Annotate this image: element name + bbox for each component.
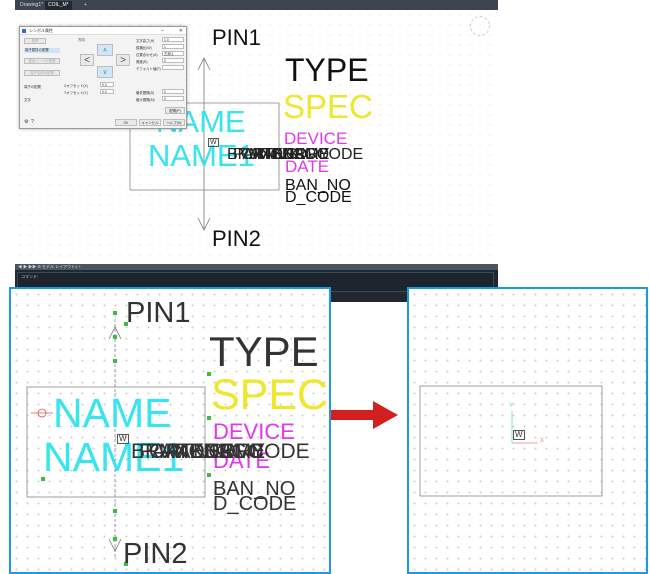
text-height-label: 文字高さ(H) bbox=[136, 39, 155, 43]
text-height-input[interactable]: 1.0 bbox=[162, 37, 184, 42]
aspect-label: 縦横比(W) bbox=[136, 46, 152, 50]
type-attribute[interactable]: TYPE bbox=[285, 54, 369, 86]
overlap-text-code: CODE bbox=[249, 440, 310, 463]
tab-drawing1[interactable]: Drawing1* bbox=[17, 1, 46, 10]
axis-x-label: X bbox=[540, 438, 545, 444]
base-point-marker-result: W bbox=[513, 430, 525, 440]
pin2-attribute-zoom[interactable]: PIN2 bbox=[123, 540, 187, 569]
type-attribute-zoom[interactable]: TYPE bbox=[209, 331, 319, 373]
cad-window: Drawing1* COIL_M* + PIN1 TYPE SPEC DEVIC… bbox=[15, 0, 498, 302]
pin1-attribute-zoom[interactable]: PIN1 bbox=[126, 299, 190, 328]
angle-input[interactable]: 0 bbox=[162, 58, 184, 63]
overlap-text-code: CODE bbox=[317, 146, 364, 163]
align-label: 位置合わせ(A) bbox=[136, 53, 158, 57]
symbol-attribute-dialog: シンボル属性 ✕ – 基準 端子属性の配置 部品シートの配置 端子名称の配置 端… bbox=[19, 26, 187, 129]
result-panel: Y X W bbox=[407, 287, 648, 574]
offset-x-label: Xオフセット(X) bbox=[64, 84, 88, 88]
arrow-down-button[interactable]: ∨ bbox=[97, 66, 113, 78]
pin2-attribute[interactable]: PIN2 bbox=[212, 228, 261, 250]
base-point-marker: W bbox=[208, 138, 219, 147]
dialog-title: シンボル属性 bbox=[29, 28, 53, 33]
zoomed-symbol-panel: PIN1 TYPE SPEC DEVICE DATE NAME NAME1 W … bbox=[9, 287, 331, 574]
min-gap-label: 最低間隔(D) bbox=[136, 91, 155, 95]
close-icon[interactable]: ✕ bbox=[179, 27, 183, 35]
d-code-attribute-zoom[interactable]: D_CODE bbox=[213, 494, 296, 514]
default-label: デフォルト値(F) bbox=[136, 67, 161, 71]
grip-handle[interactable] bbox=[113, 537, 117, 541]
left-item-parts-sheet[interactable]: 部品シートの配置 bbox=[24, 58, 60, 64]
empty-symbol-geometry bbox=[419, 385, 603, 497]
spec-attribute[interactable]: SPEC bbox=[283, 90, 373, 123]
layout-tab-bar[interactable]: ◀ ▶ ▶▶ ☰ モデル レイアウト1 + bbox=[15, 264, 498, 270]
left-item-terminal-place[interactable]: 端子の配置 bbox=[24, 85, 60, 90]
arrow-up-button[interactable]: ∧ bbox=[97, 44, 113, 56]
max-gap-label: 最大間隔(M) bbox=[136, 98, 155, 102]
left-item-base[interactable]: 基準 bbox=[24, 38, 46, 44]
left-item-text[interactable]: 文字 bbox=[24, 98, 60, 103]
ok-button[interactable]: OK bbox=[115, 119, 137, 126]
offset-y-label: Yオフセット(Y) bbox=[64, 91, 88, 95]
grip-handle[interactable] bbox=[113, 335, 117, 339]
overlapping-attributes-zoom[interactable]: BRANDNAME PARTNO CATEGORY MAKER MODEL KI… bbox=[131, 440, 329, 467]
app-icon bbox=[22, 29, 26, 33]
base-point-marker-zoom: W bbox=[117, 434, 129, 444]
cancel-button[interactable]: キャンセル bbox=[139, 119, 161, 126]
grip-handle[interactable] bbox=[113, 311, 117, 315]
device-attribute[interactable]: DEVICE bbox=[284, 130, 347, 147]
arrow-right-button[interactable]: > bbox=[116, 54, 130, 66]
apply-button[interactable]: 配置(P) bbox=[165, 107, 185, 114]
left-item-terminal-attr[interactable]: 端子属性の配置 bbox=[24, 48, 60, 53]
pin1-attribute[interactable]: PIN1 bbox=[212, 27, 261, 49]
tab-add[interactable]: + bbox=[81, 1, 90, 10]
overlapping-attributes[interactable]: BRANDNAME PARTNO CATEGORY MAKER MODEL KI… bbox=[227, 147, 387, 167]
help-icon[interactable]: ? bbox=[31, 119, 34, 125]
max-gap-input[interactable]: 0 bbox=[162, 96, 184, 101]
settings-icon[interactable]: ⚙ bbox=[24, 119, 28, 125]
aspect-input[interactable]: 1 bbox=[162, 44, 184, 49]
minimize-icon[interactable]: – bbox=[161, 27, 164, 35]
document-tab-bar: Drawing1* COIL_M* + bbox=[15, 0, 498, 10]
grip-handle[interactable] bbox=[113, 509, 117, 513]
offset-x-input[interactable]: 0.0 bbox=[100, 82, 114, 87]
name-attribute-zoom[interactable]: NAME bbox=[53, 393, 171, 434]
offset-y-input[interactable]: 0.0 bbox=[100, 89, 114, 94]
drawing-canvas[interactable]: PIN1 TYPE SPEC DEVICE DATE NAME NAME1 W … bbox=[15, 10, 498, 264]
help-button[interactable]: ヘルプ(H) bbox=[163, 119, 185, 126]
tab-coil-m[interactable]: COIL_M* bbox=[45, 1, 72, 10]
grip-handle[interactable] bbox=[113, 359, 117, 363]
left-item-terminal-name[interactable]: 端子名称の配置 bbox=[24, 70, 60, 76]
axis-y-label: Y bbox=[509, 403, 514, 409]
min-gap-input[interactable]: 0 bbox=[162, 89, 184, 94]
default-input[interactable] bbox=[162, 65, 184, 70]
command-label: コマンド: bbox=[21, 274, 39, 279]
spec-attribute-zoom[interactable]: SPEC bbox=[211, 374, 328, 417]
angle-label: 角度(R) bbox=[136, 60, 148, 64]
grip-handle[interactable] bbox=[207, 473, 211, 477]
d-code-attribute[interactable]: D_CODE bbox=[285, 190, 352, 206]
orientation-label: 方向 bbox=[78, 38, 85, 42]
arrow-left-button[interactable]: < bbox=[80, 54, 94, 66]
align-select[interactable]: 左揃え bbox=[162, 51, 184, 56]
